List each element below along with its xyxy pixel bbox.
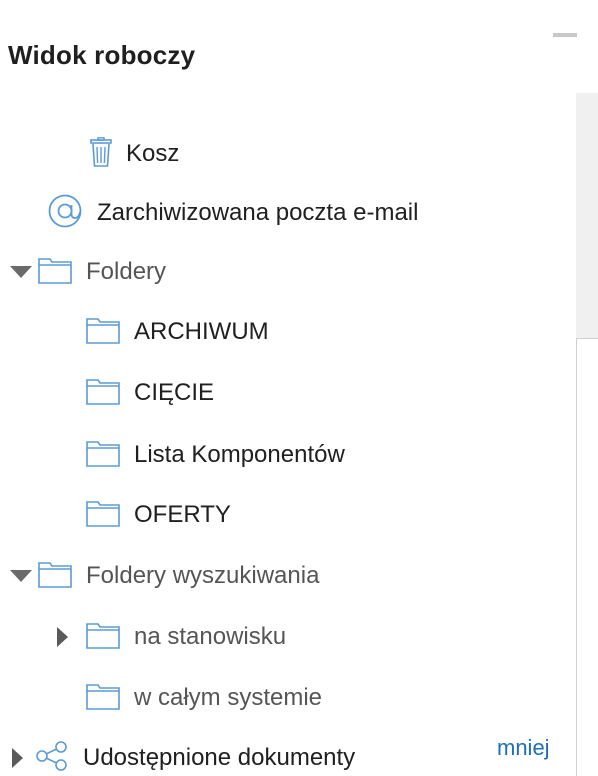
folder-icon — [86, 439, 120, 472]
tree-item-label: Zarchiwizowana poczta e-mail — [97, 199, 419, 226]
folder-icon — [86, 682, 120, 715]
tree-item-label: OFERTY — [134, 501, 231, 528]
expand-arrow-icon[interactable] — [10, 570, 32, 582]
tree-item-oferty[interactable]: OFERTY — [86, 490, 231, 540]
tree-item-folders[interactable]: Foldery — [10, 247, 166, 297]
tree-item-archived-mail[interactable]: Zarchiwizowana poczta e-mail — [47, 188, 418, 238]
tree-item-ciecie[interactable]: CIĘCIE — [86, 368, 214, 418]
folder-tree: Kosz Zarchiwizowana poczta e-mail Folder… — [0, 0, 576, 776]
expand-arrow-icon[interactable] — [10, 266, 32, 278]
tree-item-archiwum[interactable]: ARCHIWUM — [86, 307, 269, 357]
tree-item-label: w całym systemie — [134, 684, 323, 711]
tree-item-shared-documents[interactable]: Udostępnione dokumenty — [12, 733, 355, 776]
tree-item-label: Kosz — [126, 140, 180, 167]
tree-item-label: Foldery — [86, 258, 167, 285]
at-sign-icon — [47, 193, 83, 234]
share-icon — [35, 740, 69, 776]
tree-item-trash[interactable]: Kosz — [90, 129, 179, 179]
collapse-arrow-icon[interactable] — [57, 627, 68, 647]
show-less-link[interactable]: mniej — [497, 735, 550, 761]
folder-icon — [38, 256, 72, 289]
folder-icon — [86, 316, 120, 349]
tree-item-lista-komponentow[interactable]: Lista Komponentów — [86, 430, 345, 480]
vertical-scrollbar[interactable] — [576, 93, 598, 776]
tree-item-label: Foldery wyszukiwania — [86, 562, 320, 589]
tree-item-na-stanowisku[interactable]: na stanowisku — [57, 612, 286, 662]
collapse-arrow-icon[interactable] — [12, 748, 23, 768]
tree-item-label: CIĘCIE — [134, 379, 215, 406]
folder-icon — [86, 621, 120, 654]
folder-icon — [38, 560, 72, 593]
folder-icon — [86, 377, 120, 410]
tree-item-w-calym-systemie[interactable]: w całym systemie — [86, 673, 322, 723]
folder-icon — [86, 499, 120, 532]
scrollbar-thumb[interactable] — [576, 338, 598, 776]
working-view-panel: Widok roboczy Kosz Zarchiwizowana poczta… — [0, 0, 598, 776]
trash-icon — [90, 136, 112, 172]
tree-item-label: na stanowisku — [134, 623, 287, 650]
tree-item-search-folders[interactable]: Foldery wyszukiwania — [10, 551, 319, 601]
tree-item-label: Udostępnione dokumenty — [83, 744, 356, 771]
tree-item-label: Lista Komponentów — [134, 441, 345, 468]
tree-item-label: ARCHIWUM — [134, 318, 269, 345]
